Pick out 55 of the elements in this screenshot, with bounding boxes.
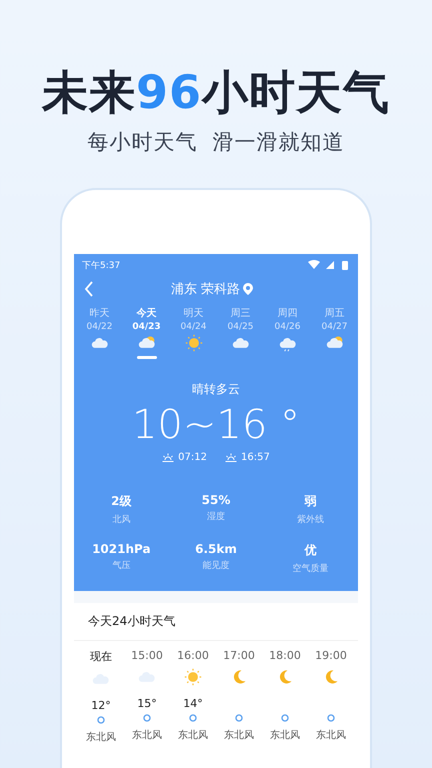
temperature-point [281,714,289,722]
temperature-range: 10~16 ° [132,402,300,448]
temperature-point [189,714,197,722]
condition-text: 晴转多云 [192,381,240,398]
back-icon[interactable] [84,281,94,297]
day-tab[interactable]: 明天 04/24 [170,306,217,359]
stat-label: 空气质量 [292,562,329,575]
status-time: 下午5:37 [82,260,120,272]
stat-label: 能见度 [202,560,230,572]
stat-label: 北风 [112,514,130,526]
subtitle: 每小时天气 滑一滑就知道 [87,129,345,156]
wind-label: 东北风 [86,730,116,744]
hour-label: 19:00 [315,649,347,662]
day-tab[interactable]: 周四 04/26 [264,306,311,359]
hour-label: 17:00 [223,649,255,662]
temperature-point [235,714,243,722]
day-tab[interactable]: 昨天 04/22 [76,306,123,359]
location-pin-icon [243,283,254,295]
stat-value: 6.5km [195,542,237,556]
stat-value: 55% [202,493,230,507]
temperature-point [97,716,105,724]
wind-label: 东北风 [178,728,208,742]
stat-value: 1021hPa [92,542,151,556]
stat-value: 弱 [304,493,317,510]
hour-temperature: 15° [137,697,157,710]
status-icons [308,260,350,270]
day-tab[interactable]: 周五 04/27 [311,306,358,359]
temperature-point [327,714,335,722]
stat-value: 优 [304,542,317,559]
wind-label: 东北风 [132,728,162,742]
sunrise-time: 07:12 [178,452,207,463]
hour-label: 16:00 [177,649,209,662]
stat-label: 气压 [112,560,130,572]
temperature-point [143,714,151,722]
card-title: 今天24小时天气 [74,603,358,641]
stat-label: 湿度 [206,510,225,523]
location-title: 浦东 荣科路 [170,281,240,298]
stat-label: 紫外线 [297,514,324,526]
headline: 未来96小时天气 [42,64,390,121]
wind-label: 东北风 [316,728,346,742]
sun-icon [183,668,203,686]
sunset-icon [225,452,237,462]
wind-label: 东北风 [224,728,254,742]
day-tab[interactable]: 今天 04/23 [123,306,170,359]
wind-label: 东北风 [270,728,300,742]
hour-label: 现在 [90,649,112,664]
hour-temperature: 14° [183,697,203,710]
sun-icon [184,334,204,352]
hour-label: 15:00 [131,649,163,662]
day-tab[interactable]: 周三 04/25 [217,306,264,359]
hour-label: 18:00 [269,649,301,662]
hour-temperature: 12° [91,699,111,712]
stat-value: 2级 [111,493,132,510]
sunrise-icon [162,452,174,462]
sunset-time: 16:57 [241,452,270,463]
